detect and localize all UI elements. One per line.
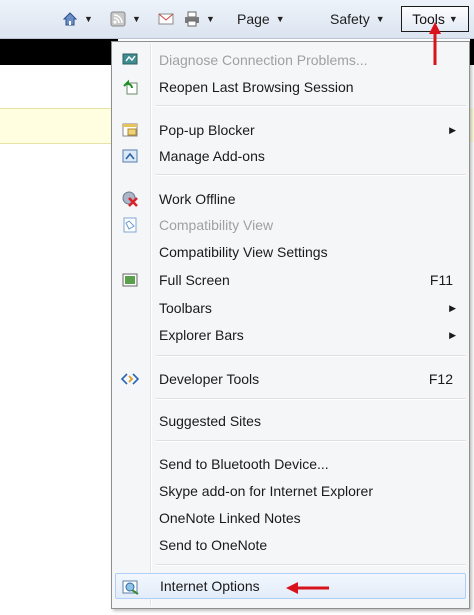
print-dropdown-icon[interactable]: ▼ [206,14,215,24]
menu-item-label: Developer Tools [159,371,260,387]
menu-item-label: Explorer Bars [159,327,244,343]
menu-item-label: OneNote Linked Notes [159,510,301,526]
menu-item-compatibility-view-settings[interactable]: Compatibility View Settings [115,239,466,265]
menu-item-label: Compatibility View [159,217,274,233]
menu-item-label: Suggested Sites [159,413,261,429]
annotation-arrow-up-icon [429,22,441,65]
manage-addons-icon [121,148,139,164]
work-offline-icon [121,191,139,207]
page-background-dark-strip [0,39,118,65]
submenu-arrow-icon: ▶ [449,302,456,313]
menu-separator [156,355,466,357]
menu-item-suggested-sites[interactable]: Suggested Sites [115,408,466,434]
menu-item-label: Toolbars [159,300,212,316]
menu-item-explorer-bars[interactable]: Explorer Bars ▶ [115,322,466,348]
menu-separator [156,398,466,400]
menu-item-send-to-onenote[interactable]: Send to OneNote [115,532,466,558]
compatibility-view-icon [121,217,139,233]
menu-item-reopen-last-browsing-session[interactable]: Reopen Last Browsing Session [115,74,466,100]
menu-item-manage-add-ons[interactable]: Manage Add-ons [115,143,466,169]
feeds-button[interactable]: ▼ [110,8,141,30]
menu-item-label: Manage Add-ons [159,148,265,164]
full-screen-icon [121,272,139,288]
information-bar-right [470,108,474,142]
menu-separator [156,105,466,107]
popup-blocker-icon [121,122,139,138]
menu-item-label: Full Screen [159,272,230,288]
menu-item-label: Skype add-on for Internet Explorer [159,483,374,499]
menu-item-diagnose-connection-problems: Diagnose Connection Problems... [115,47,466,73]
menu-item-toolbars[interactable]: Toolbars ▶ [115,295,466,321]
menu-separator [156,440,466,442]
menu-item-onenote-linked-notes[interactable]: OneNote Linked Notes [115,505,466,531]
menu-item-popup-blocker[interactable]: Pop-up Blocker ▶ [115,117,466,143]
page-menu-button[interactable]: Page ▼ [237,8,285,30]
safety-menu-button[interactable]: Safety ▼ [330,8,385,30]
menu-item-label: Reopen Last Browsing Session [159,79,354,95]
mail-icon [158,13,174,25]
home-icon [62,12,78,26]
submenu-arrow-icon: ▶ [449,329,456,340]
tools-dropdown-menu: Diagnose Connection Problems... Reopen L… [111,41,470,609]
annotation-arrow-left-icon [286,582,329,594]
menu-item-shortcut: F12 [428,371,453,387]
menu-item-label: Diagnose Connection Problems... [159,52,368,68]
menu-separator [156,174,466,176]
home-button[interactable]: ▼ [62,8,93,30]
menu-separator [156,564,466,566]
reopen-icon [121,79,139,95]
feeds-icon [110,11,126,27]
menu-item-send-to-bluetooth-device[interactable]: Send to Bluetooth Device... [115,451,466,477]
menu-item-compatibility-view: Compatibility View [115,212,466,238]
menu-item-developer-tools[interactable]: Developer Tools F12 [115,366,466,392]
home-dropdown-icon[interactable]: ▼ [84,14,93,24]
menu-item-skype-add-on[interactable]: Skype add-on for Internet Explorer [115,478,466,504]
menu-item-label: Pop-up Blocker [159,122,255,138]
submenu-arrow-icon: ▶ [449,124,456,135]
menu-item-label: Work Offline [159,191,236,207]
chevron-down-icon: ▼ [375,14,385,24]
printer-icon [185,11,199,27]
developer-tools-icon [121,371,139,387]
menu-item-shortcut: F11 [429,272,453,288]
information-bar [0,108,118,144]
menu-item-label: Send to Bluetooth Device... [159,456,329,472]
chevron-down-icon: ▼ [275,14,285,24]
page-menu-label: Page [237,11,270,27]
page-background-dark-strip-right [470,39,474,65]
menu-item-label: Send to OneNote [159,537,268,553]
menu-item-label: Compatibility View Settings [159,244,328,260]
print-button[interactable]: ▼ [184,8,215,30]
chevron-down-icon: ▼ [448,14,458,24]
safety-menu-label: Safety [330,11,370,27]
diagnose-icon [121,52,139,68]
menu-item-full-screen[interactable]: Full Screen F11 [115,267,466,293]
menu-item-label: Internet Options [160,578,260,594]
menu-item-work-offline[interactable]: Work Offline [115,186,466,212]
read-mail-button[interactable] [158,8,174,30]
feeds-dropdown-icon[interactable]: ▼ [132,14,141,24]
command-bar: ▼ ▼ ▼ Page ▼ Safety ▼ Tools ▼ [0,0,474,39]
internet-options-icon [122,579,140,595]
